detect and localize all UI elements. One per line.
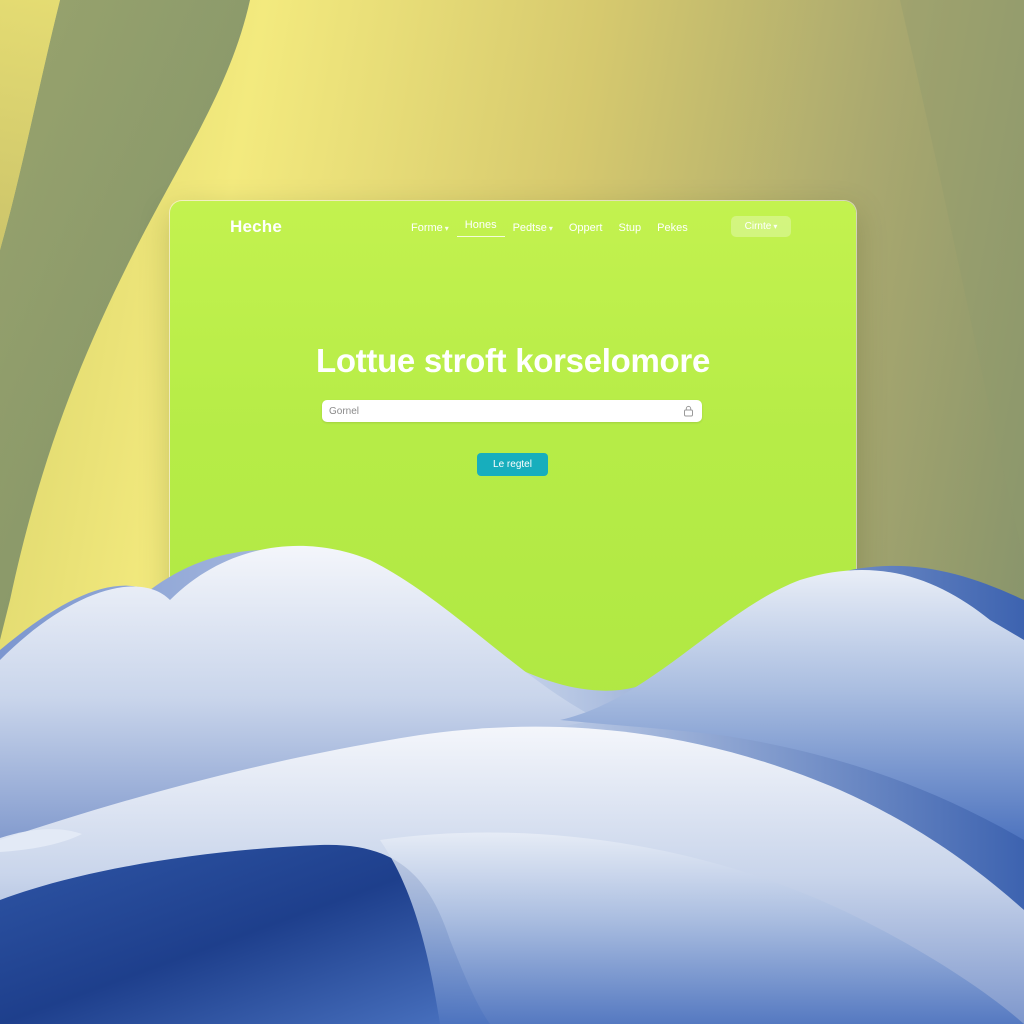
nav-item-label: Stup xyxy=(618,222,642,234)
header-cta-button[interactable]: Cirnte ▾ xyxy=(731,216,791,237)
brand-logo[interactable]: Heche xyxy=(230,217,282,237)
nav-item-hones[interactable]: Hones xyxy=(456,219,505,237)
nav-item-oppert[interactable]: Oppert xyxy=(561,222,611,234)
chevron-down-icon: ▾ xyxy=(773,222,778,231)
nav-item-label: Hones xyxy=(464,219,497,231)
cta-label: Cirnte xyxy=(744,221,772,232)
landing-page-window: Heche Forme ▾ Hones Pedtse ▾ Oppert Stup P… xyxy=(170,201,856,721)
nav-item-pedtse[interactable]: Pedtse ▾ xyxy=(505,222,561,234)
register-button[interactable]: Le regtel xyxy=(477,453,548,476)
nav-item-pekes[interactable]: Pekes xyxy=(649,222,696,234)
nav-item-label: Oppert xyxy=(568,222,603,234)
nav-item-label: Forme xyxy=(411,222,443,234)
chevron-down-icon: ▾ xyxy=(548,224,553,233)
main-nav: Forme ▾ Hones Pedtse ▾ Oppert Stup Pekes xyxy=(403,219,696,237)
scene-background: Heche Forme ▾ Hones Pedtse ▾ Oppert Stup P… xyxy=(0,0,1024,1024)
search-input[interactable] xyxy=(322,404,671,418)
nav-item-label: Pekes xyxy=(657,222,688,234)
hero-title: Lottue stroft korselomore xyxy=(315,342,711,379)
search-field[interactable] xyxy=(322,400,702,422)
lock-icon[interactable] xyxy=(683,405,694,417)
nav-item-stup[interactable]: Stup xyxy=(611,222,650,234)
nav-item-label: Pedtse xyxy=(512,222,547,234)
chevron-down-icon: ▾ xyxy=(444,224,449,233)
nav-item-forme[interactable]: Forme ▾ xyxy=(403,222,457,234)
